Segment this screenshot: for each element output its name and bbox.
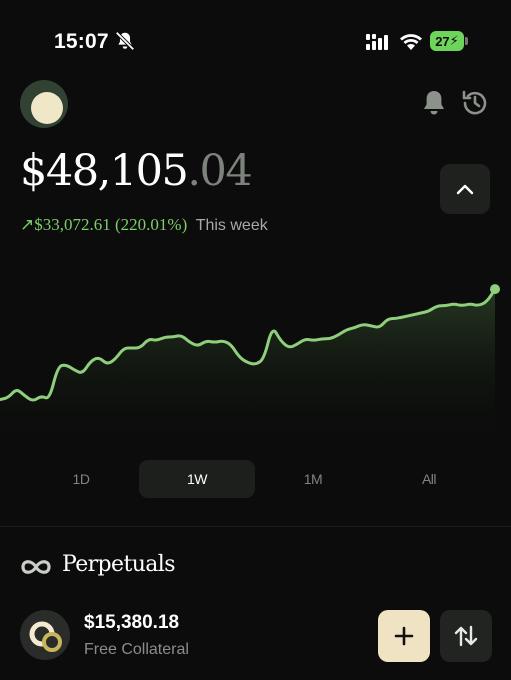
portfolio-chart[interactable] bbox=[0, 250, 511, 450]
tab-1d[interactable]: 1D bbox=[23, 460, 139, 498]
tab-label: 1M bbox=[303, 471, 323, 487]
tab-1m[interactable]: 1M bbox=[255, 460, 371, 498]
battery-level: 27 bbox=[435, 33, 450, 49]
battery-tip bbox=[465, 37, 468, 45]
plus-icon bbox=[394, 626, 414, 646]
weekly-change: ↗$33,072.61 (220.01%) This week bbox=[20, 215, 268, 235]
battery-icon: 27 ⚡ bbox=[430, 31, 464, 51]
status-time: 15:07 bbox=[54, 30, 109, 53]
change-arrow-icon: ↗ bbox=[20, 215, 35, 234]
collateral-coin-icon bbox=[20, 610, 70, 660]
charging-bolt: ⚡ bbox=[449, 33, 459, 48]
tab-label: 1W bbox=[187, 471, 208, 487]
add-collateral-button[interactable] bbox=[378, 610, 430, 662]
perpetuals-title: Perpetuals bbox=[62, 552, 176, 577]
tab-all[interactable]: All bbox=[371, 460, 487, 498]
change-period: This week bbox=[195, 217, 268, 234]
balance-cents: .04 bbox=[187, 146, 252, 196]
wifi-icon bbox=[400, 34, 422, 50]
collateral-amount: $15,380.18 bbox=[84, 612, 180, 633]
tab-label: 1D bbox=[72, 471, 90, 487]
chart-end-point bbox=[490, 284, 500, 295]
section-divider bbox=[0, 526, 511, 527]
history-icon[interactable] bbox=[460, 88, 490, 118]
bell-icon[interactable] bbox=[420, 88, 448, 118]
chevron-up-icon bbox=[456, 184, 474, 195]
tab-1w[interactable]: 1W bbox=[139, 460, 255, 498]
tab-label: All bbox=[421, 471, 437, 487]
avatar[interactable] bbox=[20, 80, 68, 128]
signal-icon bbox=[366, 34, 388, 50]
swap-button[interactable] bbox=[440, 610, 492, 662]
portfolio-balance: $48,105.04 bbox=[20, 146, 253, 196]
collapse-button[interactable] bbox=[440, 164, 490, 214]
infinity-icon bbox=[21, 560, 51, 574]
swap-arrows-icon bbox=[454, 625, 478, 647]
bell-off-icon bbox=[115, 31, 135, 51]
balance-dollars: $48,105 bbox=[20, 146, 189, 196]
change-amount: $33,072.61 (220.01%) bbox=[34, 215, 188, 234]
collateral-label: Free Collateral bbox=[84, 641, 189, 658]
